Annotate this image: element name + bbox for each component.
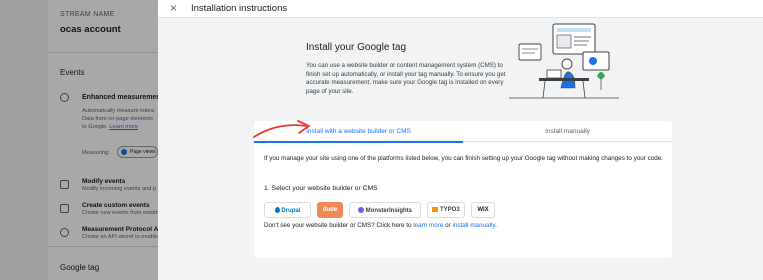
cms-label-dude: dude (322, 207, 338, 213)
panel-header: × Installation instructions (158, 0, 763, 18)
cms-option-wix[interactable]: WIX (471, 202, 495, 218)
cms-label-wix: WIX (477, 207, 489, 213)
cms-label-typo3: TYPO3 (439, 207, 460, 213)
help-footer: Don't see your website builder or CMS? C… (264, 222, 497, 229)
install-manually-link[interactable]: install manually (452, 222, 495, 229)
panel-title: Installation instructions (191, 3, 288, 14)
install-tabs: Install with a website builder or CMS In… (254, 121, 672, 143)
monsterinsights-icon (357, 207, 364, 213)
step-label: 1. Select your website builder or CMS (264, 185, 378, 192)
background-page: STREAM NAME ocas account Events Enhanced… (0, 0, 163, 280)
overlay-scrim[interactable] (0, 0, 158, 280)
tab-install-manually[interactable]: Install manually (463, 121, 672, 142)
tab-website-builder[interactable]: Install with a website builder or CMS (254, 121, 463, 143)
close-icon[interactable]: × (170, 1, 177, 15)
cms-option-drupal[interactable]: Drupal (264, 202, 311, 218)
intro-title: Install your Google tag (306, 42, 407, 53)
cms-label-monsterinsights: MonsterInsights (365, 208, 412, 214)
intro-body: You can use a website builder or content… (306, 62, 506, 95)
cms-option-typo3[interactable]: TYPO3 (427, 202, 465, 218)
builder-description: If you manage your site using one of the… (264, 155, 664, 162)
tag-setup-illustration (509, 23, 619, 99)
typo3-icon (432, 207, 439, 212)
learn-more-link[interactable]: learn more (413, 222, 443, 229)
installation-panel: × Installation instructions Install your… (158, 0, 763, 280)
cms-option-dude[interactable]: dude (317, 202, 343, 218)
cms-option-monsterinsights[interactable]: MonsterInsights (349, 202, 421, 218)
cms-label-drupal: Drupal (281, 208, 301, 214)
screen: STREAM NAME ocas account Events Enhanced… (0, 0, 763, 280)
install-options-card: Install with a website builder or CMS In… (254, 121, 672, 258)
drupal-icon (274, 207, 280, 213)
